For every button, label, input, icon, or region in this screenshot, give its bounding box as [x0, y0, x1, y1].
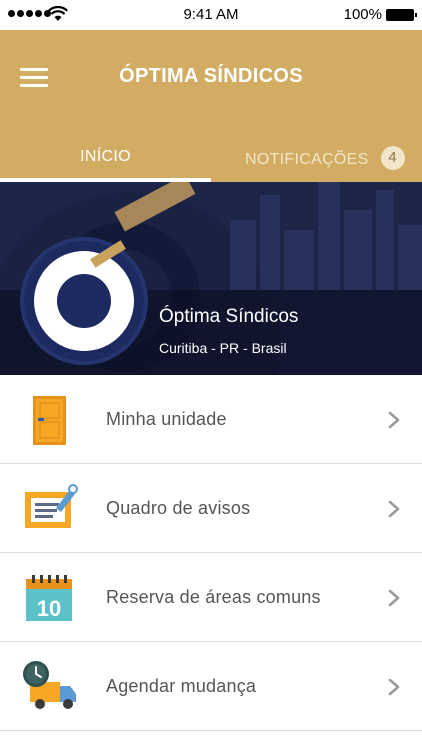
- optima-logo: [20, 237, 148, 365]
- menu-item-minha-unidade[interactable]: Minha unidade: [0, 375, 422, 464]
- main-menu-list: Minha unidade Quadro de avisos 10 Reserv…: [0, 375, 422, 731]
- menu-item-label: Agendar mudança: [106, 676, 257, 696]
- battery-icon: [386, 9, 417, 21]
- menu-item-label: Quadro de avisos: [106, 498, 251, 518]
- tab-notificacoes-label: NOTIFICAÇÕES: [245, 151, 369, 169]
- profile-location: Curitiba - PR - Brasil: [159, 340, 287, 356]
- door-icon: [33, 396, 66, 445]
- menu-item-label: Reserva de áreas comuns: [106, 587, 321, 607]
- tab-inicio-label: INÍCIO: [80, 148, 131, 165]
- status-bar: 9:41 AM 100%: [0, 0, 422, 30]
- svg-text:10: 10: [37, 596, 61, 621]
- notice-board-icon: [25, 484, 78, 528]
- tab-notificacoes[interactable]: NOTIFICAÇÕES 4: [211, 145, 422, 182]
- menu-item-quadro-de-avisos[interactable]: Quadro de avisos: [0, 464, 422, 553]
- notification-count-badge: 4: [380, 146, 405, 170]
- profile-banner: Óptima Síndicos Curitiba - PR - Brasil: [0, 182, 422, 375]
- app-title: ÓPTIMA SÍNDICOS: [119, 65, 303, 87]
- chevron-right-icon: [388, 500, 400, 518]
- app-header: ÓPTIMA SÍNDICOS INÍCIO NOTIFICAÇÕES 4: [0, 30, 422, 182]
- menu-item-reserva-areas-comuns[interactable]: 10 Reserva de áreas comuns: [0, 553, 422, 642]
- city-skyline-image: [220, 182, 422, 290]
- menu-item-label: Minha unidade: [106, 409, 227, 429]
- battery-percentage: 100%: [343, 6, 382, 23]
- moving-truck-icon: [23, 661, 76, 709]
- profile-name: Óptima Síndicos: [159, 306, 299, 327]
- calendar-icon: 10: [26, 575, 72, 621]
- chevron-right-icon: [388, 411, 400, 429]
- menu-item-agendar-mudanca[interactable]: Agendar mudança: [0, 642, 422, 731]
- chevron-right-icon: [388, 589, 400, 607]
- chevron-right-icon: [388, 678, 400, 696]
- tab-inicio[interactable]: INÍCIO: [0, 145, 211, 182]
